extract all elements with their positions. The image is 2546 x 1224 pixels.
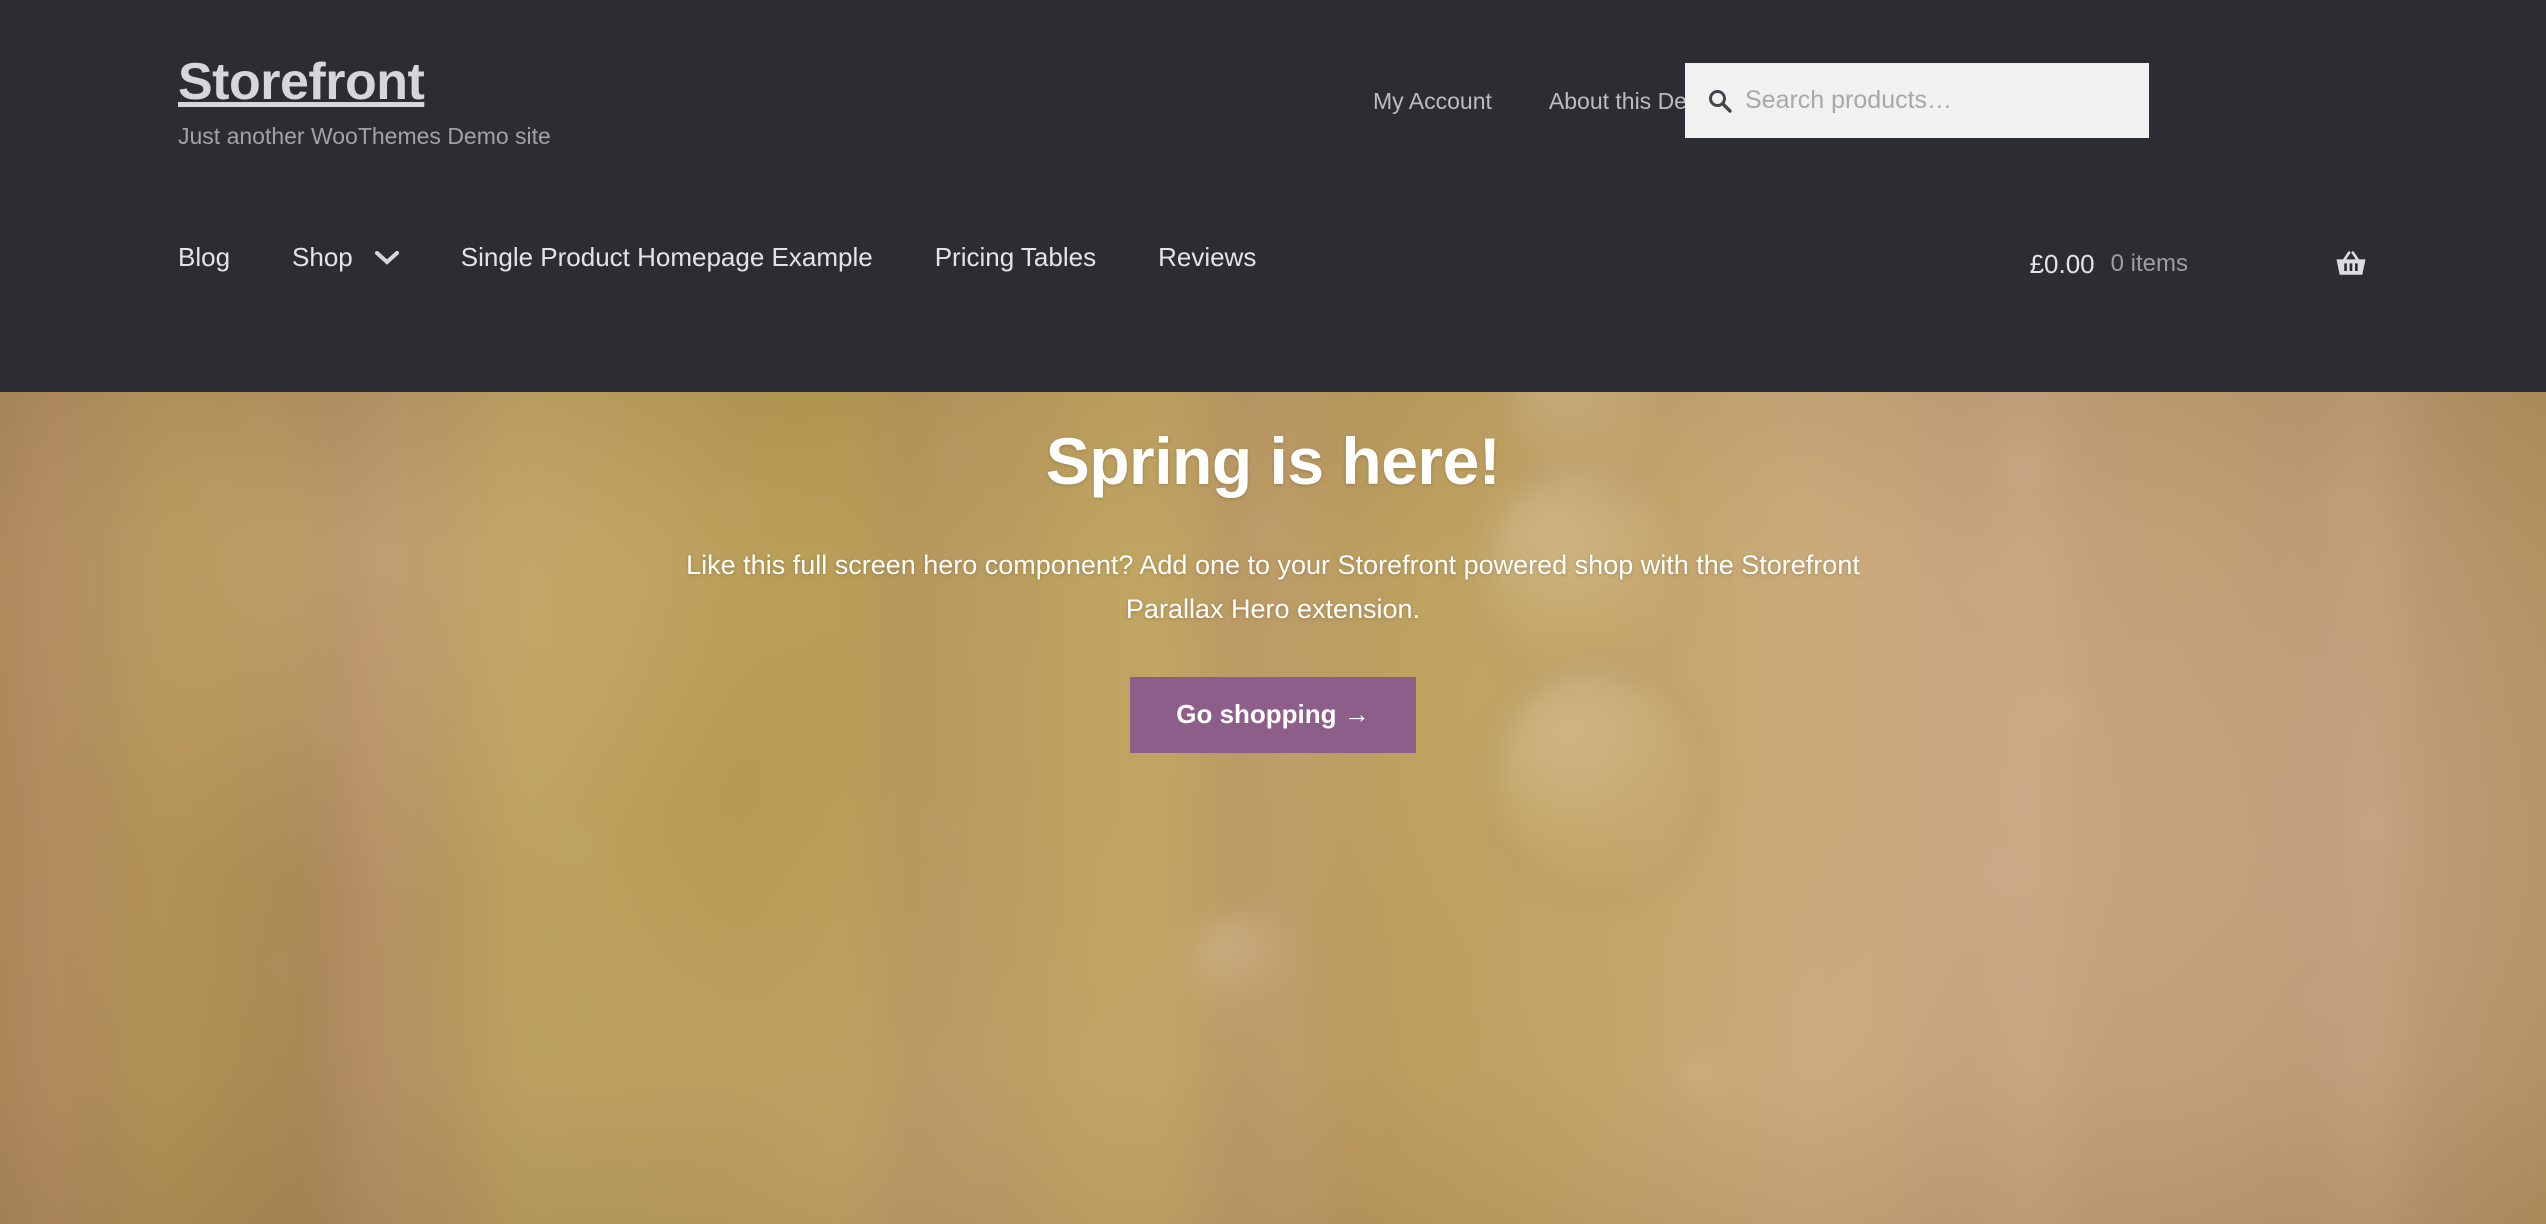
menu-link-shop[interactable]: Shop	[292, 242, 400, 273]
nav-link-my-account[interactable]: My Account	[1373, 88, 1492, 115]
hero-description: Like this full screen hero component? Ad…	[686, 549, 1860, 624]
parallax-hero: Spring is here! Like this full screen he…	[0, 392, 2546, 1224]
hero-content: Spring is here! Like this full screen he…	[473, 392, 2073, 754]
product-search-form	[1685, 63, 2149, 138]
header-inner: Storefront Just another WooThemes Demo s…	[178, 0, 2368, 392]
site-branding: Storefront Just another WooThemes Demo s…	[178, 55, 551, 151]
menu-item-single-product-homepage-example[interactable]: Single Product Homepage Example	[461, 242, 873, 273]
menu-item-blog[interactable]: Blog	[178, 242, 230, 273]
search-icon	[1707, 88, 1733, 114]
menu-link-single-product-homepage-example[interactable]: Single Product Homepage Example	[461, 242, 873, 273]
search-input[interactable]	[1745, 63, 2127, 138]
menu-item-shop[interactable]: Shop	[292, 242, 400, 273]
shopping-basket-icon[interactable]	[2334, 249, 2368, 279]
site-title[interactable]: Storefront	[178, 53, 425, 111]
menu-link-pricing-tables[interactable]: Pricing Tables	[935, 242, 1096, 273]
cart-total-amount: £0.00	[2029, 248, 2095, 279]
secondary-navigation: My Account About this Demo	[1373, 88, 1719, 115]
site-header: Storefront Just another WooThemes Demo s…	[0, 0, 2546, 392]
go-shopping-button[interactable]: Go shopping →	[1130, 677, 1416, 754]
chevron-down-icon[interactable]	[373, 249, 400, 265]
cart-item-count: 0 items	[2110, 250, 2188, 277]
menu-link-blog[interactable]: Blog	[178, 242, 230, 273]
primary-menu: Blog Shop Single Product Homepage Exampl…	[178, 242, 1256, 273]
menu-item-pricing-tables[interactable]: Pricing Tables	[935, 242, 1096, 273]
cart-contents[interactable]: £0.00 0 items	[2030, 244, 2368, 284]
menu-item-reviews[interactable]: Reviews	[1158, 242, 1256, 273]
site-tagline: Just another WooThemes Demo site	[178, 122, 551, 149]
hero-title: Spring is here!	[1045, 424, 1501, 498]
menu-link-reviews[interactable]: Reviews	[1158, 242, 1256, 273]
menu-label-shop: Shop	[292, 242, 353, 272]
